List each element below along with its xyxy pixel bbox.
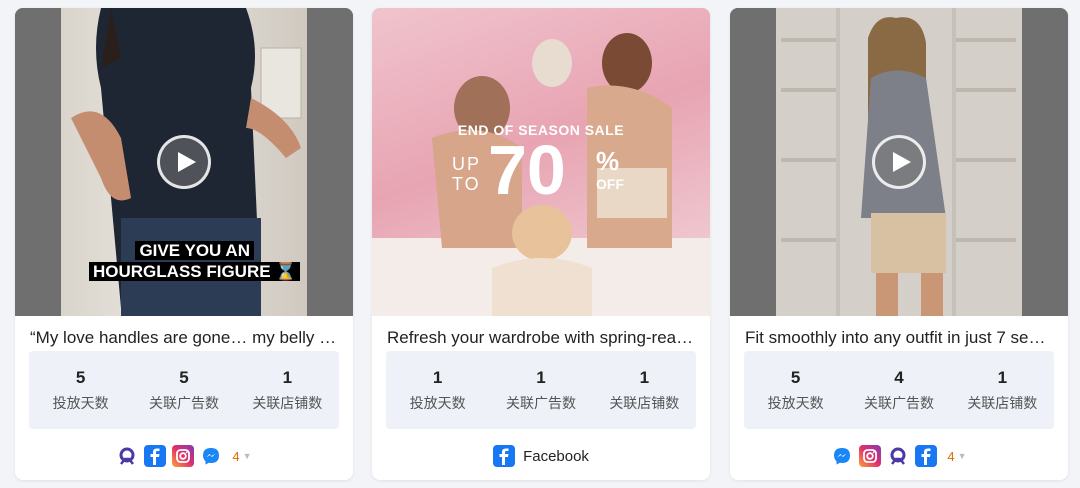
stat-related-ads: 5 关联广告数 [132, 351, 235, 429]
play-icon[interactable] [157, 135, 211, 189]
stat-value: 1 [432, 368, 443, 387]
stat-label: 关联广告数 [863, 395, 934, 411]
instagram-icon[interactable] [172, 445, 195, 467]
stat-value: 5 [179, 368, 189, 387]
facebook-icon[interactable] [915, 445, 938, 467]
play-icon[interactable] [872, 135, 926, 189]
platform-icons: 4 ▼ [730, 444, 1068, 468]
platform-label: Facebook [523, 447, 589, 465]
stat-related-stores: 1 关联店铺数 [951, 351, 1054, 429]
sale-off: OFF [596, 176, 624, 192]
threads-icon[interactable] [887, 445, 909, 467]
letterbox-left [15, 8, 61, 316]
overlay-line: HOURGLASS FIGURE ⌛ [89, 262, 301, 281]
stat-related-ads: 1 关联广告数 [489, 351, 592, 429]
stat-delivery-days: 5 投放天数 [744, 351, 847, 429]
platform-icons: 4 ▼ [15, 444, 353, 468]
stat-label: 关联广告数 [148, 395, 219, 411]
ad-card[interactable]: GIVE YOU AN HOURGLASS FIGURE ⌛ “My love … [15, 8, 353, 480]
ad-stats: 1 投放天数 1 关联广告数 1 关联店铺数 [386, 351, 696, 429]
letterbox-right [307, 8, 353, 316]
video-overlay-text: GIVE YOU AN HOURGLASS FIGURE ⌛ [89, 240, 301, 282]
more-count: 4 [947, 448, 955, 464]
stat-label: 投放天数 [52, 395, 109, 411]
stat-delivery-days: 5 投放天数 [29, 351, 132, 429]
stat-related-ads: 4 关联广告数 [847, 351, 950, 429]
stat-label: 投放天数 [767, 395, 824, 411]
stat-value: 1 [639, 368, 650, 387]
ad-card[interactable]: END OF SEASON SALE UP TO 70 % OFF Refres… [372, 8, 710, 480]
ad-stats: 5 投放天数 4 关联广告数 1 关联店铺数 [744, 351, 1054, 429]
stat-value: 4 [894, 368, 904, 387]
stat-value: 1 [282, 368, 293, 387]
more-platforms-dropdown[interactable]: 4 ▼ [232, 449, 251, 464]
messenger-icon[interactable] [831, 445, 853, 467]
facebook-icon[interactable] [493, 445, 516, 467]
more-platforms-dropdown[interactable]: 4 ▼ [947, 449, 966, 464]
stat-value: 5 [790, 368, 801, 387]
ad-card-grid: GIVE YOU AN HOURGLASS FIGURE ⌛ “My love … [0, 0, 1080, 488]
chevron-down-icon: ▼ [242, 451, 252, 461]
platform-icons: Facebook [372, 444, 710, 468]
ad-caption[interactable]: Fit smoothly into any outfit in just 7 s… [745, 328, 1053, 348]
letterbox-left [730, 8, 776, 316]
video-thumbnail[interactable] [730, 8, 1068, 316]
ad-stats: 5 投放天数 5 关联广告数 1 关联店铺数 [29, 351, 339, 429]
sale-to: TO [452, 174, 481, 194]
stat-value: 5 [75, 368, 86, 387]
stat-related-stores: 1 关联店铺数 [593, 351, 696, 429]
stat-delivery-days: 1 投放天数 [386, 351, 489, 429]
letterbox-right [1022, 8, 1068, 316]
sale-up-to: UP TO [452, 154, 481, 194]
sale-up: UP [452, 154, 482, 174]
messenger-icon[interactable] [200, 445, 222, 467]
stat-value: 1 [997, 368, 1008, 387]
sale-percentage: 70 [488, 131, 566, 209]
sale-percent-sign: % [596, 146, 620, 176]
stat-related-stores: 1 关联店铺数 [236, 351, 339, 429]
facebook-icon[interactable] [144, 445, 167, 467]
ad-caption[interactable]: Refresh your wardrobe with spring-read… [387, 328, 695, 348]
instagram-icon[interactable] [859, 445, 882, 467]
stat-label: 投放天数 [409, 395, 466, 411]
stat-value: 1 [536, 368, 546, 387]
stat-label: 关联店铺数 [609, 395, 680, 411]
stat-label: 关联店铺数 [252, 395, 323, 411]
ad-card[interactable]: Fit smoothly into any outfit in just 7 s… [730, 8, 1068, 480]
stat-label: 关联广告数 [505, 395, 576, 411]
more-count: 4 [232, 448, 240, 464]
video-thumbnail[interactable]: GIVE YOU AN HOURGLASS FIGURE ⌛ [15, 8, 353, 316]
threads-icon[interactable] [116, 445, 138, 467]
chevron-down-icon: ▼ [957, 451, 967, 461]
ad-caption[interactable]: “My love handles are gone… my belly p… [30, 328, 338, 348]
overlay-line: GIVE YOU AN [135, 241, 254, 260]
stat-label: 关联店铺数 [967, 395, 1038, 411]
ad-image[interactable]: END OF SEASON SALE UP TO 70 % OFF [372, 8, 710, 316]
